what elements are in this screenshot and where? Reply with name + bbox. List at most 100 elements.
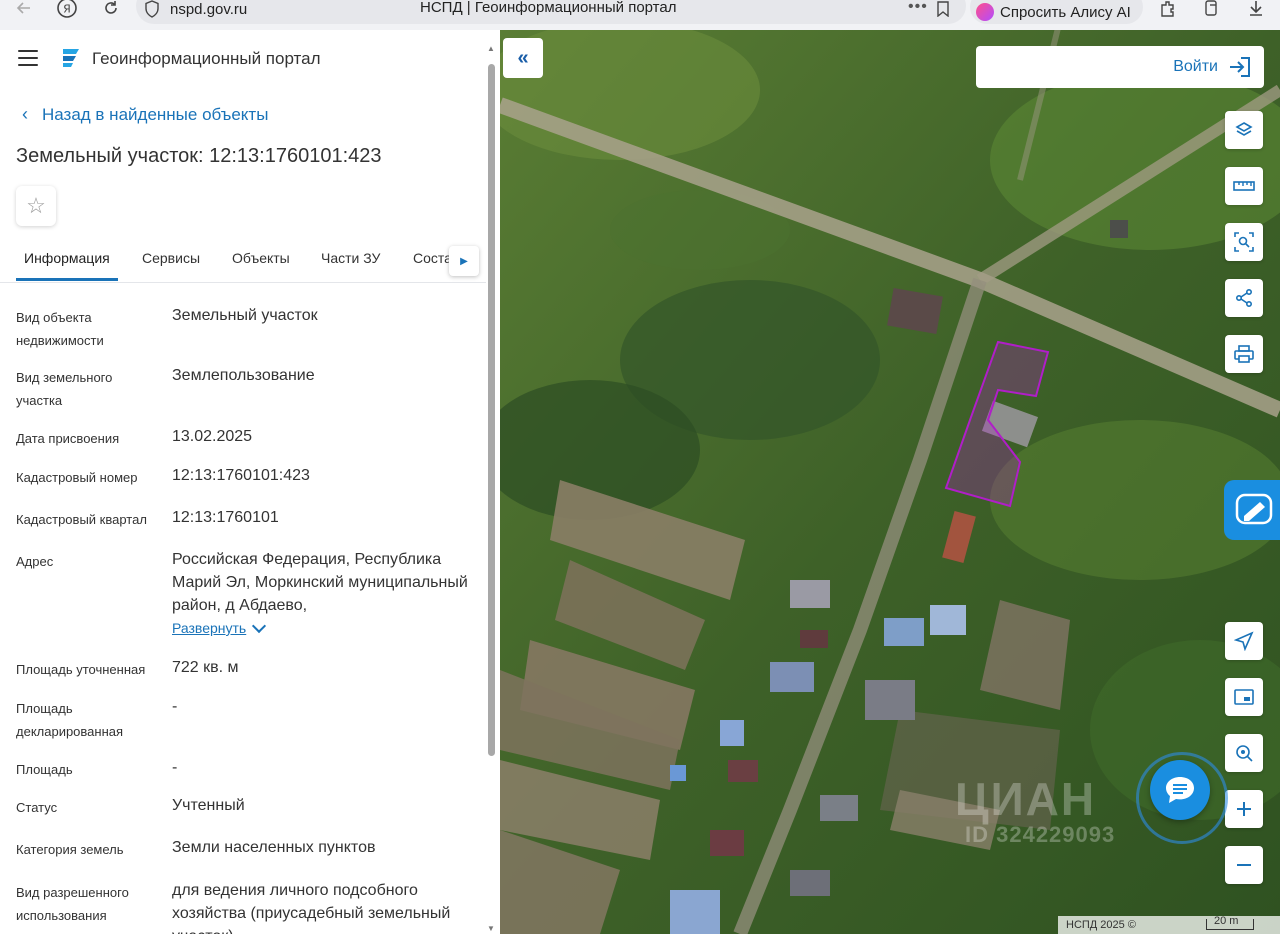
menu-icon[interactable]	[18, 50, 38, 66]
layers-icon	[1235, 122, 1253, 136]
prop-label: Категория земель	[16, 842, 124, 857]
select-area-icon	[1234, 232, 1254, 252]
tab-parts[interactable]: Части ЗУ	[321, 250, 380, 266]
chat-button[interactable]	[1150, 760, 1210, 820]
scale-label: 20 m	[1214, 915, 1239, 927]
tab-bar: Информация Сервисы Объекты Части ЗУ Сост…	[0, 236, 486, 283]
prop-label: Площадь уточненная	[16, 662, 146, 677]
prop-label: Площадь декларированная	[16, 701, 124, 739]
favorite-button[interactable]: ☆	[16, 186, 56, 226]
back-arrow-icon[interactable]	[12, 0, 36, 20]
select-area-button[interactable]	[1225, 223, 1263, 261]
prop-label: Адрес	[16, 554, 54, 569]
shield-icon	[145, 0, 159, 18]
scroll-thumb[interactable]	[488, 64, 495, 756]
map-attribution: НСПД 2025 © 20 m	[1058, 915, 1280, 934]
share-button[interactable]	[1225, 279, 1263, 317]
back-to-results-link[interactable]: ‹ Назад в найденные объекты	[22, 104, 268, 125]
chevron-left-icon: ‹	[22, 104, 28, 124]
prop-value-address: Российская Федерация, Республика Марий Э…	[172, 551, 468, 614]
back-link-label: Назад в найденные объекты	[42, 104, 269, 124]
prop-label: Вид разрешенного использования	[16, 885, 129, 923]
yandex-icon[interactable]: Я	[55, 0, 79, 20]
minimap-button[interactable]	[1225, 678, 1263, 716]
prop-label: Кадастровый квартал	[16, 512, 147, 527]
tab-information[interactable]: Информация	[24, 250, 110, 266]
alice-icon	[976, 3, 994, 21]
portal-title: Геоинформационный портал	[92, 49, 321, 68]
svg-text:Я: Я	[63, 3, 71, 16]
prop-label: Вид объекта недвижимости	[16, 310, 104, 348]
chevron-down-icon	[252, 618, 267, 634]
print-button[interactable]	[1225, 335, 1263, 373]
print-icon	[1234, 345, 1254, 363]
info-panel: Геоинформационный портал ‹ Назад в найде…	[0, 30, 500, 934]
prop-value: для ведения личного подсобного хозяйства…	[172, 882, 451, 934]
copyright-text: НСПД 2025 ©	[1066, 919, 1136, 931]
feedback-button[interactable]	[1224, 480, 1280, 540]
map-view[interactable]: « Войти ЦИАН ID 324229093 НСПД 2025 © 20…	[500, 30, 1280, 934]
search-location-button[interactable]	[1225, 734, 1263, 772]
expand-address-link[interactable]: Развернуть	[172, 618, 267, 636]
alice-label: Спросить Алису AI	[1000, 3, 1131, 21]
prop-label: Площадь	[16, 762, 73, 777]
zoom-in-icon	[1237, 802, 1251, 816]
collapse-panel-button[interactable]: «	[503, 38, 543, 78]
panel-scrollbar[interactable]: ▲ ▼	[487, 44, 495, 934]
prop-label: Статус	[16, 800, 58, 815]
zoom-out-button[interactable]	[1225, 846, 1263, 884]
tab-services[interactable]: Сервисы	[142, 250, 200, 266]
browser-toolbar: Я nspd.gov.ru ••• НСПД | Геоинформационн…	[0, 0, 1280, 30]
locate-button[interactable]	[1225, 622, 1263, 660]
reload-icon[interactable]	[99, 0, 123, 20]
prop-value: Учтенный	[172, 797, 245, 814]
prop-value: Земли населенных пунктов	[172, 839, 376, 856]
prop-value: -	[172, 698, 178, 715]
scroll-up-icon[interactable]: ▲	[487, 44, 495, 53]
search-location-icon	[1236, 745, 1253, 762]
zoom-out-icon	[1237, 864, 1251, 866]
expand-label: Развернуть	[172, 620, 247, 636]
double-chevron-left-icon: «	[517, 46, 529, 69]
prop-value: -	[172, 759, 178, 776]
zoom-in-button[interactable]	[1225, 790, 1263, 828]
minimap-icon	[1234, 689, 1254, 705]
watermark-id: ID 324229093	[965, 822, 1116, 847]
ruler-icon	[1233, 181, 1255, 191]
tab-title: НСПД | Геоинформационный портал	[420, 0, 677, 16]
prop-value: 12:13:1760101	[172, 509, 279, 526]
login-label: Войти	[1173, 58, 1218, 75]
chat-icon	[1166, 777, 1194, 803]
prop-label: Вид земельного участка	[16, 370, 113, 408]
login-button[interactable]: Войти	[976, 46, 1264, 88]
prop-value: Земельный участок	[172, 307, 318, 324]
tab-objects[interactable]: Объекты	[232, 250, 290, 266]
alice-button[interactable]: Спросить Алису AI	[970, 0, 1143, 24]
login-icon	[1230, 57, 1250, 77]
reading-mode-icon[interactable]	[1200, 0, 1224, 20]
locate-icon	[1234, 631, 1254, 651]
download-icon[interactable]	[1244, 0, 1268, 20]
prop-label: Кадастровый номер	[16, 470, 138, 485]
url-text: nspd.gov.ru	[170, 1, 248, 18]
feedback-icon	[1235, 493, 1273, 525]
layers-button[interactable]	[1225, 111, 1263, 149]
portal-logo-icon	[63, 49, 79, 67]
prop-label: Дата присвоения	[16, 431, 120, 446]
tabs-scroll-right-button[interactable]: ▶	[449, 246, 479, 276]
scroll-down-icon[interactable]: ▼	[487, 924, 495, 933]
ruler-button[interactable]	[1225, 167, 1263, 205]
share-icon	[1235, 288, 1253, 308]
star-icon: ☆	[26, 193, 46, 218]
watermark: ЦИАН	[955, 773, 1097, 825]
prop-value: 12:13:1760101:423	[172, 467, 310, 484]
object-title: Земельный участок: 12:13:1760101:423	[16, 145, 382, 167]
active-tab-indicator	[16, 278, 118, 281]
prop-value: 13.02.2025	[172, 428, 253, 445]
extensions-icon[interactable]	[1156, 0, 1180, 20]
bookmark-icon[interactable]	[936, 1, 950, 17]
prop-value: Землепользование	[172, 367, 315, 384]
more-icon[interactable]: •••	[908, 0, 928, 16]
caret-right-icon: ▶	[460, 255, 468, 267]
prop-value: 722 кв. м	[172, 659, 239, 676]
